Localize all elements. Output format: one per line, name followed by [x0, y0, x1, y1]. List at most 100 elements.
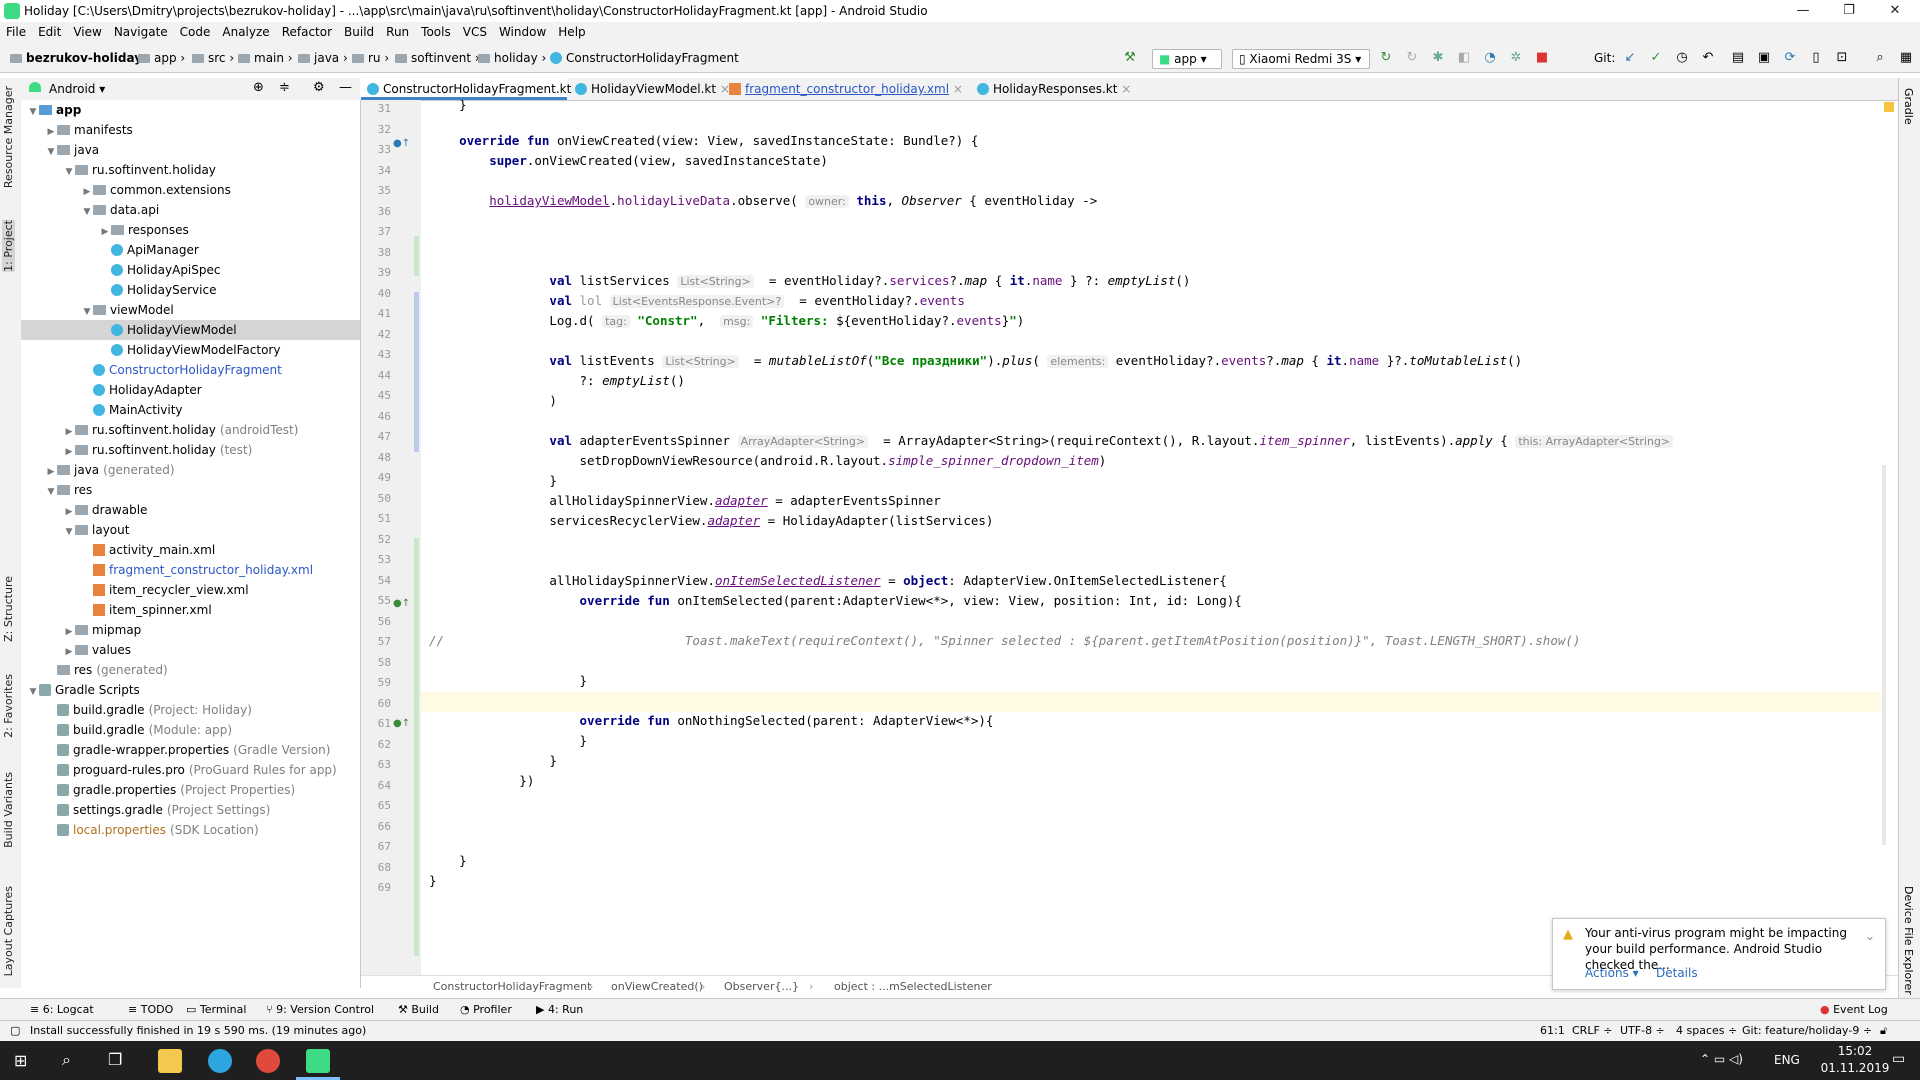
breadcrumb-java[interactable]: java ›	[298, 51, 348, 65]
tree-item[interactable]: ▶ ru.softinvent.holiday (test)	[21, 440, 360, 460]
tree-item[interactable]: ▶ responses	[21, 220, 360, 240]
maximize-button[interactable]: ❐	[1826, 0, 1872, 22]
sync-gradle-icon[interactable]: ⟳	[1782, 50, 1798, 66]
status-icon[interactable]: ▢	[10, 1024, 20, 1037]
chevron-down-icon[interactable]: ▼	[81, 302, 93, 322]
tree-item[interactable]: ApiManager	[21, 240, 360, 260]
tree-item[interactable]: HolidayViewModelFactory	[21, 340, 360, 360]
tree-item[interactable]: HolidayViewModel	[21, 320, 360, 340]
chevron-right-icon[interactable]: ▶	[81, 182, 93, 202]
details-link[interactable]: Details	[1656, 966, 1698, 980]
tree-item[interactable]: ▶ manifests	[21, 120, 360, 140]
tool-build[interactable]: ⚒ Build	[398, 1003, 439, 1016]
tool-terminal[interactable]: ▭ Terminal	[186, 1003, 246, 1016]
sdk-manager-icon[interactable]: ▣	[1756, 50, 1772, 66]
project-structure-icon[interactable]: ▤	[1730, 50, 1746, 66]
chevron-right-icon[interactable]: ▶	[63, 442, 75, 462]
tree-item[interactable]: HolidayService	[21, 280, 360, 300]
breadcrumb-ru[interactable]: ru ›	[352, 51, 389, 65]
line-separator[interactable]: CRLF ÷	[1572, 1024, 1613, 1037]
tree-item[interactable]: ▼ layout	[21, 520, 360, 540]
tree-item[interactable]: ▼ java	[21, 140, 360, 160]
chevron-down-icon[interactable]: ▼	[63, 522, 75, 542]
menu-code[interactable]: Code	[174, 22, 217, 39]
tree-item[interactable]: ▼ app	[21, 100, 360, 120]
apply-changes-icon[interactable]: ↻	[1378, 50, 1394, 66]
minimize-button[interactable]: —	[1780, 0, 1826, 22]
indent-setting[interactable]: 4 spaces ÷	[1676, 1024, 1737, 1037]
tree-item[interactable]: ▼ ru.softinvent.holiday	[21, 160, 360, 180]
gear-icon[interactable]: ⚙	[313, 80, 325, 95]
menu-navigate[interactable]: Navigate	[108, 22, 174, 39]
tree-item[interactable]: ▶ drawable	[21, 500, 360, 520]
layout-inspector-icon[interactable]: ⊡	[1834, 50, 1850, 66]
android-studio-icon[interactable]	[306, 1049, 330, 1073]
chevron-down-icon[interactable]: ▼	[27, 102, 39, 122]
tree-item[interactable]: gradle.properties (Project Properties)	[21, 780, 360, 800]
tool-event-log[interactable]: ● Event Log	[1820, 1003, 1888, 1016]
chevron-right-icon[interactable]: ▶	[99, 222, 111, 242]
tree-item[interactable]: gradle-wrapper.properties (Gradle Version…	[21, 740, 360, 760]
tool-tab-resource-manager[interactable]: Resource Manager	[2, 86, 15, 188]
tab-holiday-view-model[interactable]: HolidayViewModel.kt ×	[569, 78, 730, 100]
code-editor[interactable]: } override fun onViewCreated(view: View,…	[421, 100, 1906, 980]
chevron-down-icon[interactable]: ▼	[45, 142, 57, 162]
breadcrumb-src[interactable]: src ›	[192, 51, 234, 65]
tool-tab-gradle[interactable]: Gradle	[1902, 88, 1915, 125]
crumb-observer[interactable]: Observer{...}	[724, 980, 799, 993]
breadcrumb-project[interactable]: bezrukov-holiday ›	[10, 51, 151, 65]
attach-debugger-icon[interactable]: ✲	[1508, 50, 1524, 66]
stop-icon[interactable]: ■	[1534, 50, 1550, 66]
breadcrumb-main[interactable]: main ›	[238, 51, 293, 65]
tree-item[interactable]: build.gradle (Module: app)	[21, 720, 360, 740]
tool-tab-layout-captures[interactable]: Layout Captures	[2, 886, 15, 976]
tree-item[interactable]: activity_main.xml	[21, 540, 360, 560]
debug-icon[interactable]: ✱	[1430, 50, 1446, 66]
inspection-warning-icon[interactable]	[1884, 102, 1894, 112]
caret-position[interactable]: 61:1	[1540, 1024, 1565, 1037]
tab-holiday-responses[interactable]: HolidayResponses.kt ×	[971, 78, 1137, 100]
device-select[interactable]: ▯ Xiaomi Redmi 3S ▾	[1232, 49, 1370, 69]
tab-constructor-holiday-fragment[interactable]: ConstructorHolidayFragment.kt ×	[361, 78, 585, 100]
tree-item[interactable]: ▼ data.api	[21, 200, 360, 220]
collapse-all-icon[interactable]: ≑	[279, 80, 290, 95]
coverage-icon[interactable]: ◧	[1456, 50, 1472, 66]
close-button[interactable]: ✕	[1872, 0, 1918, 22]
tree-item[interactable]: settings.gradle (Project Settings)	[21, 800, 360, 820]
menu-help[interactable]: Help	[552, 22, 591, 39]
chevron-right-icon[interactable]: ▶	[63, 502, 75, 522]
tree-item[interactable]: local.properties (SDK Location)	[21, 820, 360, 840]
task-view-icon[interactable]: ❐	[108, 1050, 122, 1069]
tree-item[interactable]: HolidayApiSpec	[21, 260, 360, 280]
tool-tab-device-file-explorer[interactable]: Device File Explorer	[1902, 886, 1915, 995]
tree-item[interactable]: item_spinner.xml	[21, 600, 360, 620]
apply-code-icon[interactable]: ↻	[1404, 50, 1420, 66]
chevron-down-icon[interactable]: ▼	[81, 202, 93, 222]
chrome-icon[interactable]	[256, 1049, 280, 1073]
tree-item[interactable]: HolidayAdapter	[21, 380, 360, 400]
git-commit-icon[interactable]: ✓	[1648, 50, 1664, 66]
tree-item[interactable]: ▶ ru.softinvent.holiday (androidTest)	[21, 420, 360, 440]
tree-item[interactable]: fragment_constructor_holiday.xml	[21, 560, 360, 580]
tree-item[interactable]: proguard-rules.pro (ProGuard Rules for ap…	[21, 760, 360, 780]
tree-item[interactable]: ▼ viewModel	[21, 300, 360, 320]
menu-file[interactable]: File	[0, 22, 32, 39]
notification-center-icon[interactable]: ▭	[1892, 1051, 1905, 1067]
tool-tab-project[interactable]: 1: Project	[2, 220, 15, 272]
chevron-right-icon[interactable]: ▶	[45, 122, 57, 142]
status-message[interactable]: Install successfully finished in 19 s 59…	[30, 1024, 366, 1037]
menu-edit[interactable]: Edit	[32, 22, 67, 39]
tool-profiler[interactable]: ◔ Profiler	[460, 1003, 512, 1016]
tree-item[interactable]: ▶ java (generated)	[21, 460, 360, 480]
git-update-icon[interactable]: ↙	[1622, 50, 1638, 66]
tree-item[interactable]: item_recycler_view.xml	[21, 580, 360, 600]
project-view-select[interactable]: Android ▾	[49, 82, 105, 96]
tree-item[interactable]: MainActivity	[21, 400, 360, 420]
tray-icons[interactable]: ⌃ ▭ ◁)	[1700, 1052, 1743, 1066]
windows-start-icon[interactable]: ⊞	[14, 1051, 27, 1070]
tree-item[interactable]: ConstructorHolidayFragment	[21, 360, 360, 380]
tool-tab-build-variants[interactable]: Build Variants	[2, 772, 15, 848]
clock-date[interactable]: 01.11.2019	[1820, 1061, 1890, 1075]
crumb-object[interactable]: object : ...mSelectedListener	[834, 980, 992, 993]
tree-item[interactable]: build.gradle (Project: Holiday)	[21, 700, 360, 720]
